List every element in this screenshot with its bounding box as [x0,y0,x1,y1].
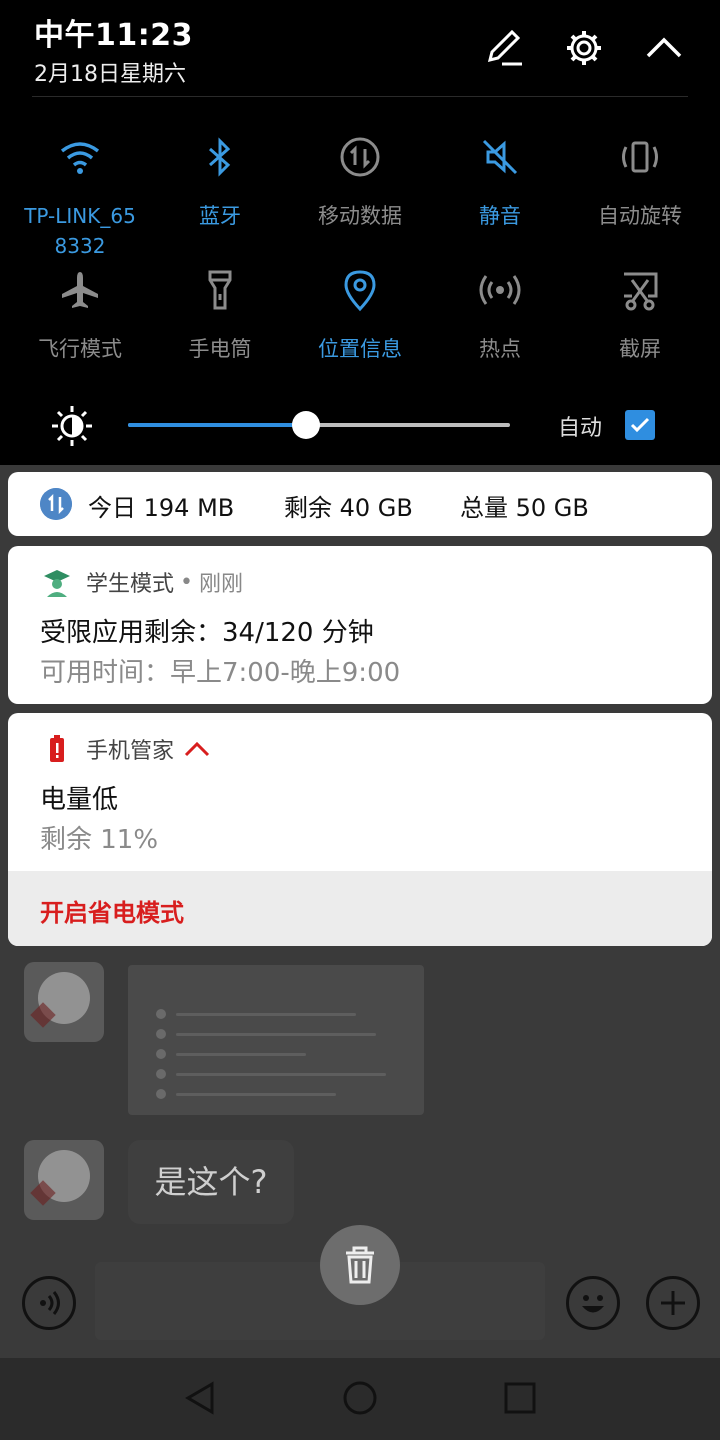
power-saving-button[interactable]: 开启省电模式 [40,893,184,928]
more-button[interactable] [646,1276,700,1330]
tile-hotspot[interactable]: 热点 [430,268,570,364]
voice-input-button[interactable] [22,1276,76,1330]
tile-location[interactable]: 位置信息 [290,268,430,364]
screenshot-icon [624,272,658,311]
mobile-data-icon [340,137,380,177]
collapse-icon[interactable] [644,28,684,68]
navigation-bar [0,1358,720,1440]
notification-app-name: 手机管家 [86,739,175,764]
brightness-icon [52,406,92,446]
notification-time: 刚刚 [199,572,244,597]
shared-image-thumbnail[interactable] [128,965,424,1115]
wifi-icon [60,142,100,174]
clock-date: 2月18日星期六 [34,62,186,87]
brightness-slider[interactable] [128,411,510,439]
tile-auto-rotate[interactable]: 自动旋转 [570,135,710,231]
tile-wifi[interactable]: TP-LINK_658332 [10,135,150,261]
student-mode-notification[interactable]: 学生模式 • 刚刚 受限应用剩余：34/120 分钟 可用时间：早上7:00-晚… [8,546,712,704]
chevron-up-icon[interactable] [182,734,212,764]
notification-header: 学生模式 • 刚刚 [42,566,243,598]
tile-airplane[interactable]: 飞行模式 [10,268,150,364]
tile-mute[interactable]: 静音 [430,135,570,231]
notification-actions: 开启省电模式 [8,871,712,946]
auto-brightness-label: 自动 [558,416,603,441]
edit-icon[interactable] [484,28,524,68]
notification-title: 电量低 [40,785,119,815]
emoji-icon [582,1295,604,1313]
recents-icon[interactable] [500,1378,540,1418]
avatar [24,1140,104,1220]
mobile-data-icon [40,488,72,520]
battery-alert-icon [50,735,64,762]
data-remaining: 剩余 40 GB [284,494,413,522]
data-total: 总量 50 GB [460,494,589,522]
back-icon[interactable] [180,1378,220,1418]
tile-label: 蓝牙 [199,204,241,228]
notification-subtitle: 可用时间：早上7:00-晚上9:00 [40,658,401,688]
tile-bluetooth[interactable]: 蓝牙 [150,135,290,231]
tile-label: 飞行模式 [38,337,122,361]
tile-label: 位置信息 [318,337,402,361]
notification-app-name: 学生模式 [86,572,175,597]
home-icon[interactable] [340,1378,380,1418]
student-cap-icon [44,570,70,597]
notification-title: 受限应用剩余：34/120 分钟 [40,618,374,648]
brightness-slider-fill [128,423,306,427]
notification-shade: 中午11:23 2月18日星期六 TP-LINK_658332 蓝牙 移动数据 … [0,0,720,465]
tile-flashlight[interactable]: 手电筒 [150,268,290,364]
mute-icon [482,139,518,175]
plus-icon [661,1291,685,1315]
auto-brightness-checkbox[interactable] [625,410,655,440]
tile-label: 静音 [479,204,521,228]
tile-label: 移动数据 [318,204,402,228]
trash-icon [346,1246,374,1284]
tile-mobile-data[interactable]: 移动数据 [290,135,430,231]
tile-label: 截屏 [619,337,661,361]
hotspot-icon [479,275,521,305]
clock-time: 中午11:23 [34,18,193,53]
tile-screenshot[interactable]: 截屏 [570,268,710,364]
avatar [24,962,104,1042]
settings-icon[interactable] [564,28,604,68]
rotate-icon [622,141,658,173]
airplane-icon [62,272,98,308]
notification-subtitle: 剩余 11% [40,825,159,855]
location-icon [344,270,376,312]
tile-label: 热点 [479,337,521,361]
phone-manager-notification[interactable]: 手机管家 电量低 剩余 11% 开启省电模式 [8,713,712,946]
emoji-button[interactable] [566,1276,620,1330]
check-icon [630,417,650,433]
voice-icon [40,1291,60,1315]
data-today: 今日 194 MB [88,494,235,522]
header-divider [32,96,688,97]
chat-message-bubble[interactable]: 是这个? [128,1140,294,1224]
clear-notifications-button[interactable] [320,1225,400,1305]
chat-message-text: 是这个? [154,1163,268,1201]
tile-label: 自动旋转 [598,204,682,228]
notification-header: 手机管家 [42,733,212,765]
flashlight-icon [208,270,232,310]
tile-label: 手电筒 [188,337,252,361]
brightness-slider-handle[interactable] [291,411,320,439]
tile-label: TP-LINK_658332 [24,204,136,258]
bluetooth-icon [209,137,231,177]
data-usage-card[interactable]: 今日 194 MB 剩余 40 GB 总量 50 GB [8,472,712,536]
